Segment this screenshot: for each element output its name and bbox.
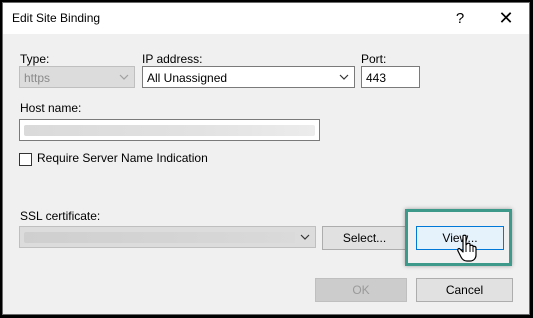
chevron-down-icon [339, 74, 349, 80]
edit-site-binding-dialog: Edit Site Binding ? ✕ Type: https IP add… [2, 2, 530, 315]
ssl-certificate-select[interactable] [19, 226, 316, 248]
ip-address-value: All Unassigned [147, 71, 228, 85]
type-value: https [24, 71, 51, 85]
ok-button[interactable]: OK [315, 278, 407, 302]
ssl-certificate-label: SSL certificate: [20, 209, 101, 223]
type-label: Type: [20, 52, 50, 66]
type-select: https [19, 66, 135, 88]
port-input[interactable]: 443 [361, 66, 420, 88]
close-button[interactable]: ✕ [484, 3, 528, 34]
port-label: Port: [361, 52, 387, 66]
host-name-label: Host name: [20, 101, 82, 115]
select-certificate-button[interactable]: Select... [322, 226, 407, 250]
title-bar: Edit Site Binding ? ✕ [3, 3, 529, 34]
chevron-down-icon [300, 234, 310, 240]
redacted-host-name [24, 125, 315, 136]
redacted-certificate [24, 232, 295, 243]
require-sni-label[interactable]: Require Server Name Indication [37, 151, 208, 165]
ip-address-select[interactable]: All Unassigned [142, 66, 355, 88]
help-button[interactable]: ? [438, 3, 482, 34]
cancel-button[interactable]: Cancel [416, 278, 513, 302]
port-value: 443 [366, 71, 387, 85]
chevron-down-icon [119, 74, 129, 80]
require-sni-checkbox[interactable] [19, 153, 32, 166]
ip-address-label: IP address: [142, 52, 203, 66]
host-name-input[interactable] [19, 119, 320, 141]
dialog-title: Edit Site Binding [12, 11, 101, 25]
hand-cursor-icon [457, 234, 477, 262]
